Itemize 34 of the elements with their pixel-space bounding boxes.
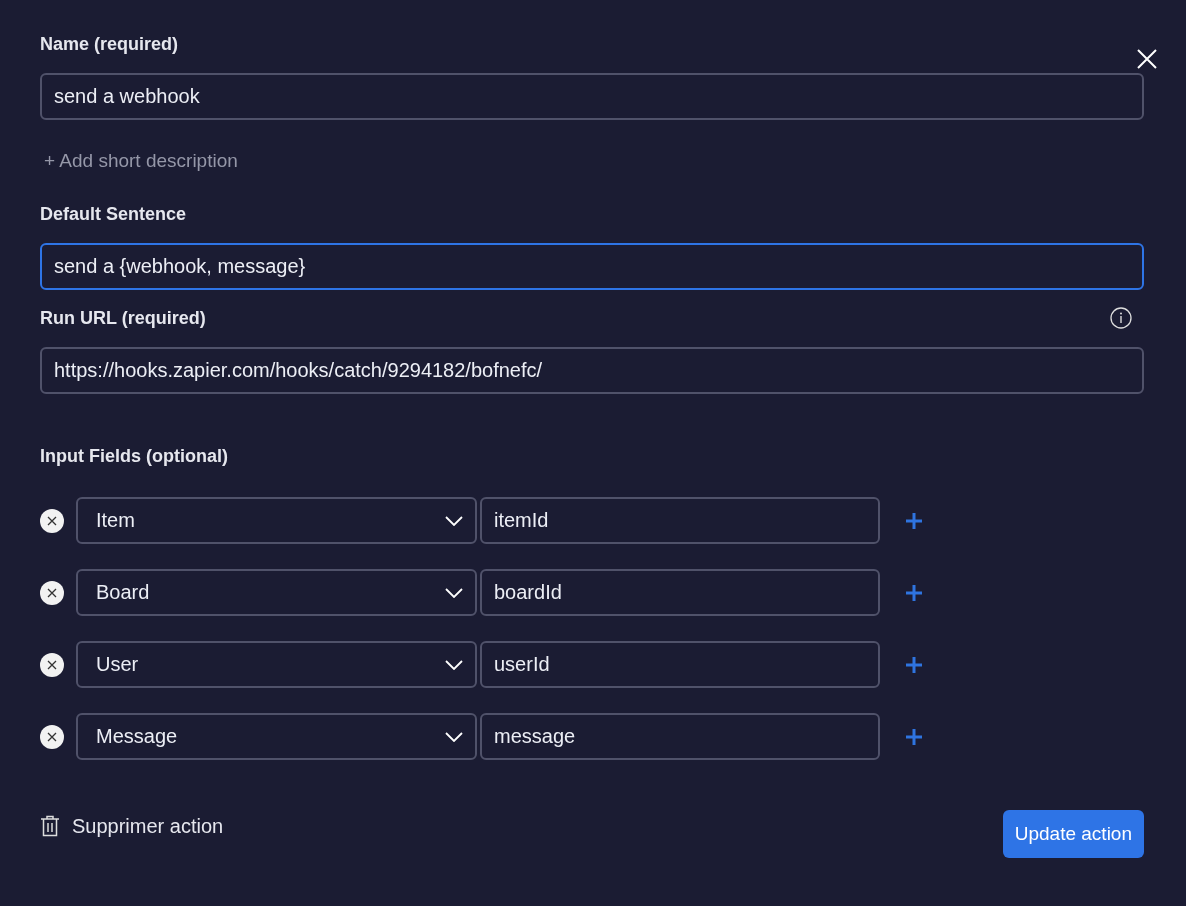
text-field[interactable]: send a {webhook, message} [40,243,1144,290]
text-field[interactable]: https://hooks.zapier.com/hooks/catch/9294182/bofnefc/ [40,347,1144,394]
chevron-down-icon [445,659,463,670]
remove-icon[interactable] [40,724,64,749]
chevron-down-icon [445,731,463,742]
type-dropdown[interactable]: Board [76,569,477,616]
add-description-link[interactable]: + Add short description [44,150,238,172]
plus-icon[interactable] [905,583,923,602]
remove-icon[interactable] [40,508,64,533]
close-button[interactable] [1137,49,1157,69]
type-dropdown[interactable]: Item [76,497,477,544]
field-label: Run URL (required) [40,307,206,329]
plus-icon[interactable] [905,727,923,746]
key-field[interactable]: userId [480,641,880,688]
key-field[interactable]: itemId [480,497,880,544]
section-label: Input Fields (optional) [40,446,229,467]
close-icon [1137,49,1157,69]
remove-icon[interactable] [40,580,64,605]
key-field[interactable]: message [480,713,880,760]
type-dropdown[interactable]: User [76,641,477,688]
chevron-down-icon [445,587,463,598]
key-field[interactable]: boardId [480,569,880,616]
plus-icon[interactable] [905,655,923,674]
type-dropdown[interactable]: Message [76,713,477,760]
text-field[interactable]: send a webhook [40,73,1144,120]
plus-icon[interactable] [905,511,923,530]
field-label: Default Sentence [40,203,187,225]
field-label: Name (required) [40,33,179,55]
trash-icon [40,815,60,837]
update-action-button[interactable]: Update action [1002,810,1144,858]
remove-icon[interactable] [40,652,64,677]
delete-action-link[interactable]: Supprimer action [40,814,224,838]
info-icon[interactable] [1110,307,1132,329]
chevron-down-icon [445,515,463,526]
